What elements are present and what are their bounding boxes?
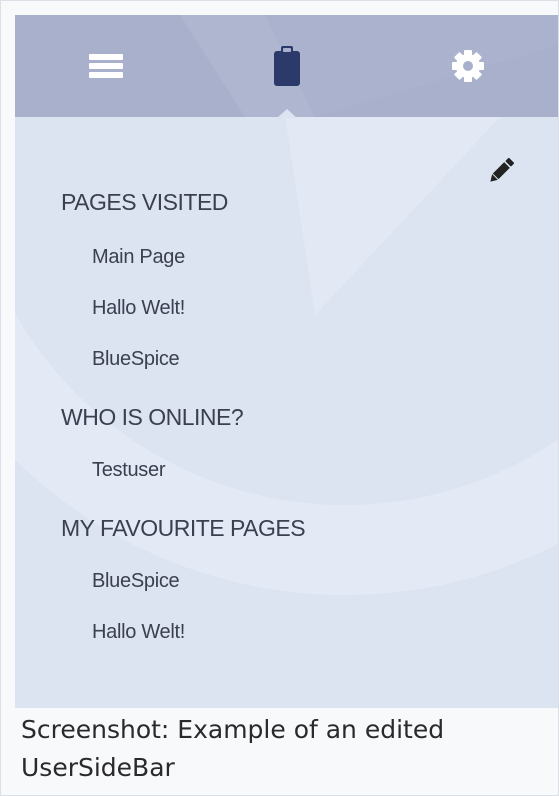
tab-user-sidebar[interactable] [196,15,377,117]
list-item[interactable]: Hallo Welt! [61,607,521,658]
section-my-favourite-pages: MY FAVOURITE PAGES BlueSpice Hallo Welt! [61,508,521,658]
list-item[interactable]: Hallo Welt! [61,283,521,334]
clipboard-icon [273,46,300,86]
image-caption: Screenshot: Example of an edited UserSid… [21,711,546,787]
list-item[interactable]: BlueSpice [61,334,521,385]
gear-icon [451,50,484,82]
list-item[interactable]: Main Page [61,232,521,283]
tab-navigation[interactable] [15,15,196,117]
section-who-is-online: WHO IS ONLINE? Testuser [61,397,521,496]
sidebar-tab-bar [15,15,558,117]
section-pages-visited: PAGES VISITED Main Page Hallo Welt! Blue… [61,182,521,385]
hamburger-menu-icon [88,54,123,78]
section-heading: MY FAVOURITE PAGES [61,515,306,541]
caption-line-2: UserSideBar [21,753,175,782]
section-heading: WHO IS ONLINE? [61,404,244,430]
tab-settings[interactable] [377,15,558,117]
active-tab-pointer [277,109,297,118]
section-heading: PAGES VISITED [61,189,228,215]
list-item[interactable]: BlueSpice [61,556,521,607]
caption-line-1: Screenshot: Example of an edited [21,715,445,744]
screenshot-frame: PAGES VISITED Main Page Hallo Welt! Blue… [0,0,559,796]
list-item[interactable]: Testuser [61,445,521,496]
user-sidebar-panel: PAGES VISITED Main Page Hallo Welt! Blue… [15,15,558,708]
sidebar-content: PAGES VISITED Main Page Hallo Welt! Blue… [61,182,521,658]
